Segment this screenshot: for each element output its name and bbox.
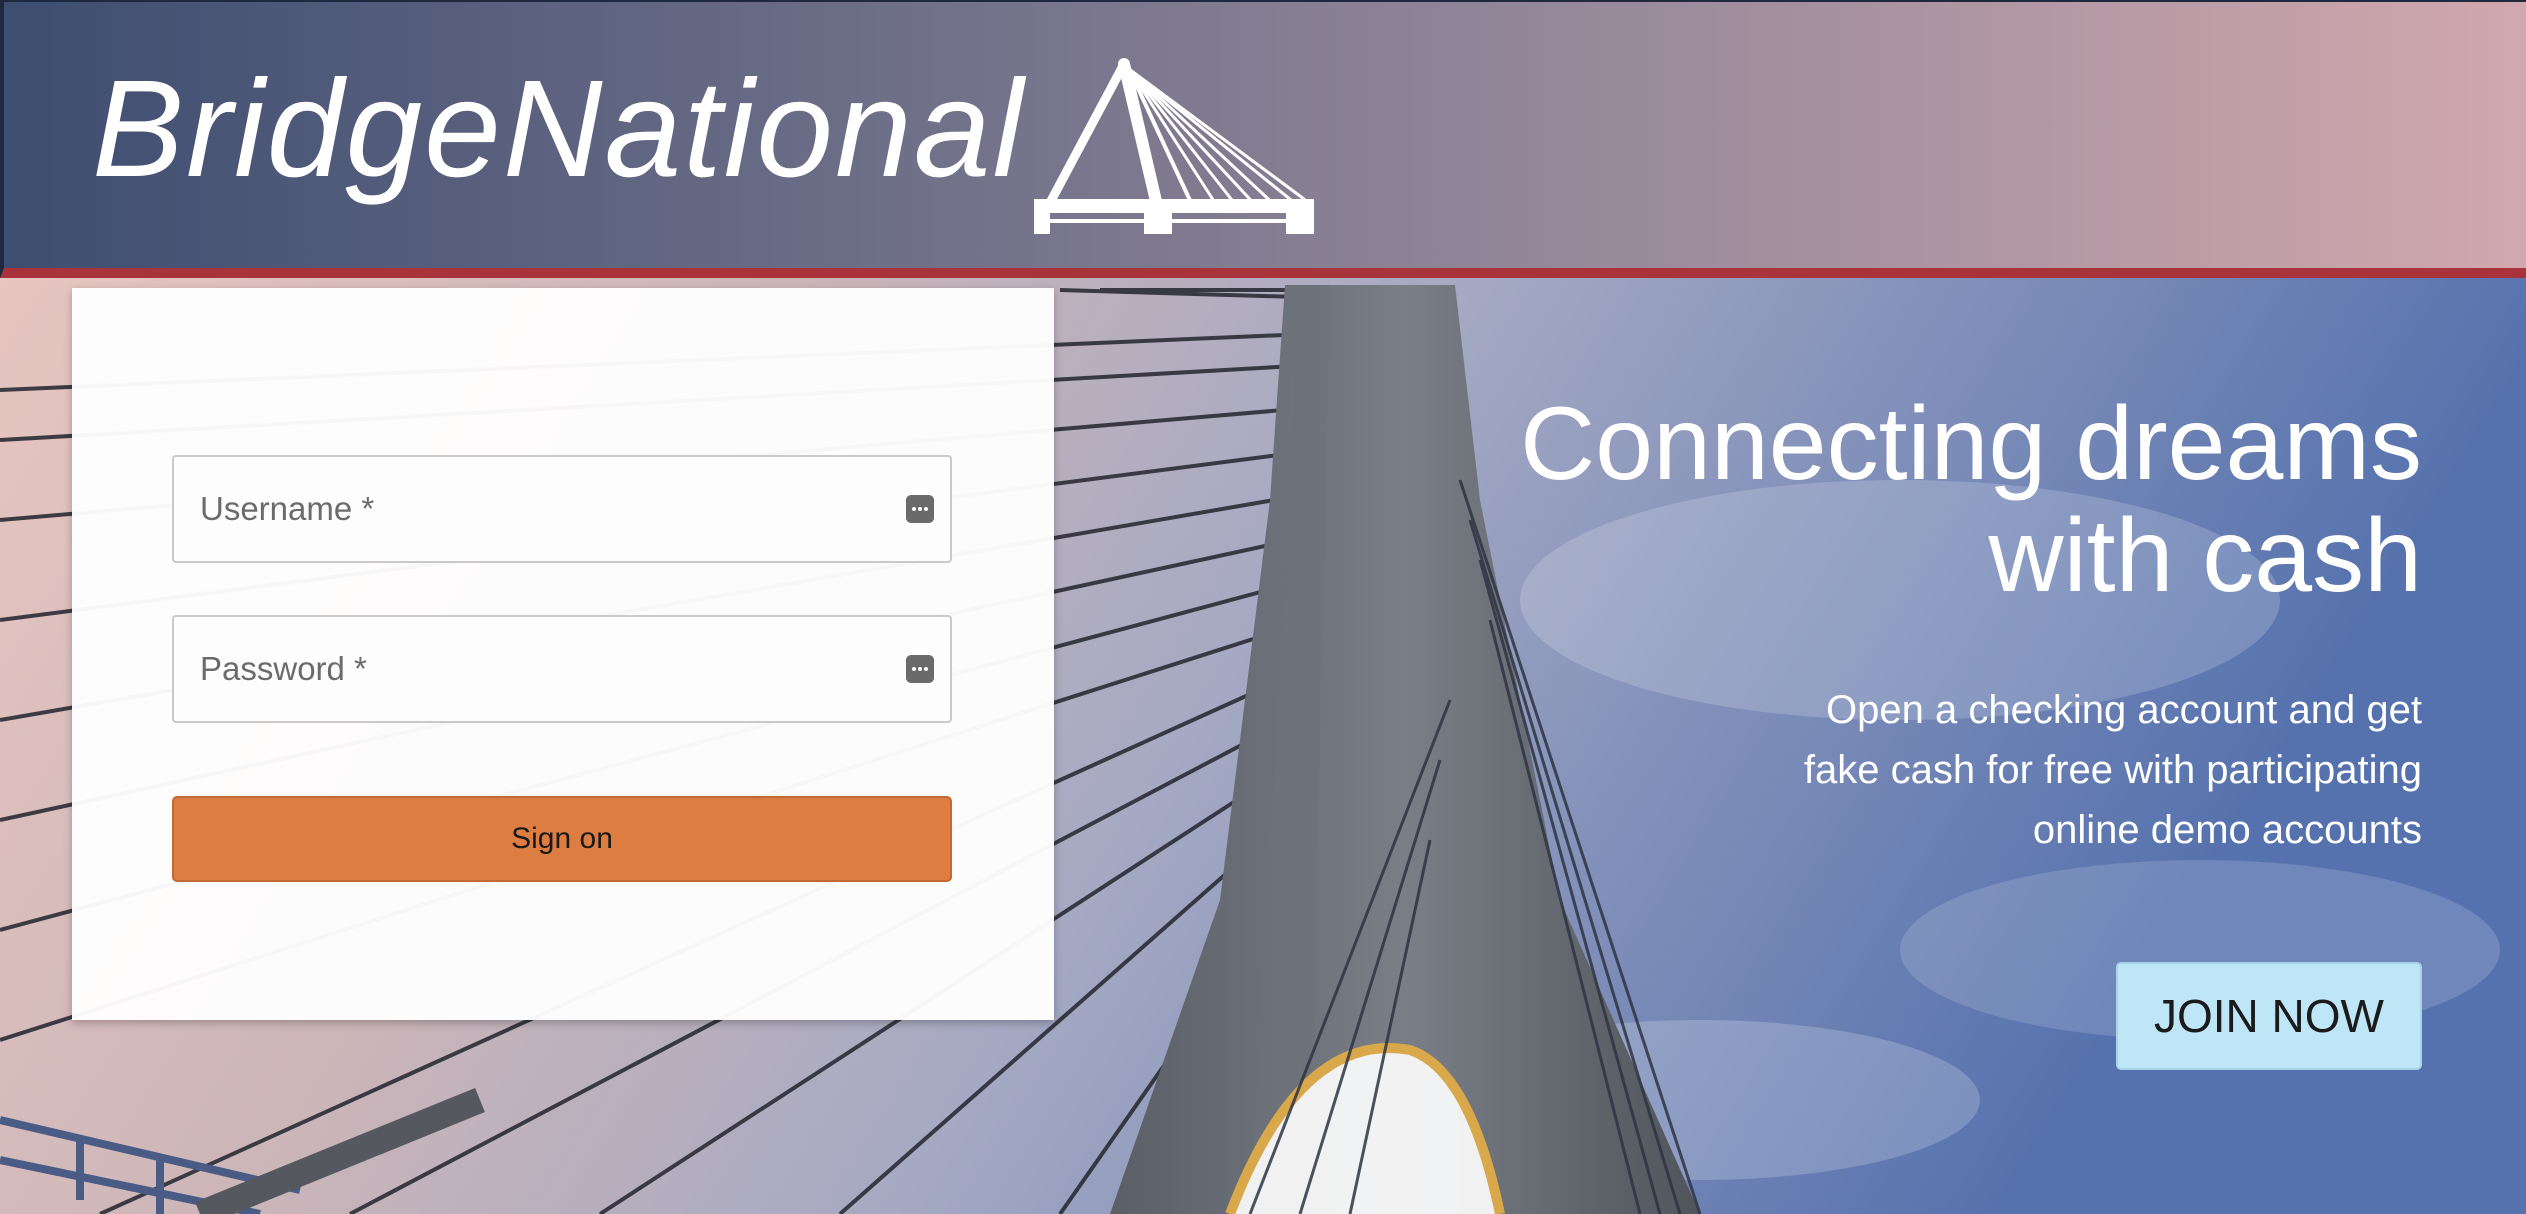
password-field[interactable] (172, 615, 952, 723)
join-now-button[interactable]: JOIN NOW (2116, 962, 2422, 1070)
site-header: BridgeNational (0, 0, 2526, 278)
hero-headline: Connecting dreams with cash (1322, 388, 2422, 612)
login-page: BridgeNational Username * Sign on Connec… (0, 0, 2526, 1214)
hero-headline-line: Connecting dreams (1520, 386, 2422, 502)
password-input[interactable] (174, 617, 950, 721)
cable-stayed-bridge-icon[interactable] (1034, 54, 1314, 234)
hero-subtitle-line: online demo accounts (2032, 808, 2422, 852)
username-field[interactable] (172, 455, 952, 563)
password-manager-key-icon[interactable] (906, 655, 934, 683)
hero-subtitle-line: fake cash for free with participating (1803, 748, 2422, 792)
hero-subtitle: Open a checking account and get fake cas… (1662, 680, 2422, 860)
sign-on-button[interactable]: Sign on (172, 796, 952, 882)
password-manager-key-icon[interactable] (906, 495, 934, 523)
username-input[interactable] (174, 457, 950, 561)
brand-name[interactable]: BridgeNational (92, 60, 1025, 198)
login-card: Sign on (72, 288, 1054, 1020)
hero-subtitle-line: Open a checking account and get (1826, 688, 2422, 732)
hero-headline-line: with cash (1988, 498, 2422, 614)
